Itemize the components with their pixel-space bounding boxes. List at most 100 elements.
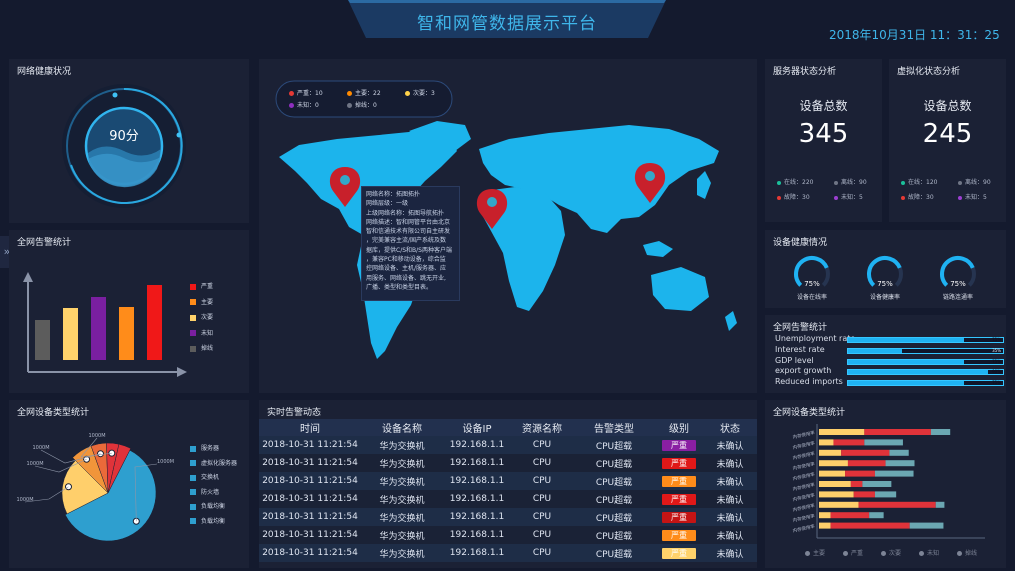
- gauge-value: 75%: [877, 280, 893, 288]
- pie-legend-item[interactable]: 负载均衡: [190, 501, 225, 510]
- cell-resource: CPU: [511, 508, 573, 526]
- indicator-panel: 全网告警统计 Unemployment rate 75% Interest rate…: [765, 315, 1006, 393]
- map-legend-item[interactable]: 严重：10: [289, 88, 323, 97]
- legend-label: 掉线: [201, 345, 214, 352]
- table-row[interactable]: 2018-10-31 11:21:54 华为交换机 192.168.1.1 CPU CP…: [259, 526, 757, 544]
- status-count: 离线：90: [958, 177, 991, 186]
- cell-status: 未确认: [703, 544, 757, 562]
- legend-label: 严重：10: [297, 90, 323, 97]
- pie-legend-item[interactable]: 交换机: [190, 472, 219, 481]
- cell-level: 严重: [655, 436, 703, 454]
- stacked-segment: [819, 512, 831, 519]
- indicator-fill: [848, 381, 965, 386]
- table-row[interactable]: 2018-10-31 11:21:54 华为交换机 192.168.1.1 CPU CP…: [259, 472, 757, 490]
- stacked-segment: [930, 429, 951, 435]
- legend-label: 严重: [851, 550, 864, 557]
- status-label: 故障：30: [908, 194, 934, 201]
- level-badge: 严重: [662, 439, 696, 451]
- legend-label: 主要：22: [355, 90, 381, 97]
- legend-dot: [919, 551, 924, 556]
- bar-legend-item[interactable]: 次要: [190, 312, 213, 321]
- pie-legend-item[interactable]: 防火墙: [190, 487, 219, 496]
- stacked-bar-chart: 内存使用率内存使用率内存使用率内存使用率内存使用率内存使用率内存使用率内存使用率…: [792, 424, 985, 539]
- network-health-panel: 网络健康状况 90分: [9, 59, 249, 223]
- status-count: 在线：220: [777, 177, 813, 186]
- column-header[interactable]: 时间: [259, 419, 361, 436]
- legend-swatch: [190, 445, 196, 452]
- panel-title: 实时告警动态: [267, 408, 322, 418]
- bar-legend-item[interactable]: 掉线: [190, 343, 213, 352]
- tooltip-line: 上级网络名称：拓图导航拓扑: [366, 209, 445, 217]
- column-header[interactable]: 资源名称: [511, 419, 573, 436]
- stacked-legend-item[interactable]: 次要: [881, 548, 901, 557]
- stacked-segment: [885, 460, 915, 467]
- bar-legend-item[interactable]: 严重: [190, 281, 213, 290]
- legend-dot: [805, 551, 810, 556]
- cell-time: 2018-10-31 11:21:54: [259, 490, 361, 508]
- legend-swatch: [190, 460, 196, 466]
- cell-time: 2018-10-31 11:21:54: [259, 454, 361, 472]
- map-legend-item[interactable]: 次要：3: [405, 88, 435, 97]
- legend-label: 掉线: [965, 550, 978, 557]
- map-legend-item[interactable]: 主要：22: [347, 88, 381, 97]
- table-row[interactable]: 2018-10-31 11:21:54 华为交换机 192.168.1.1 CPU CP…: [259, 544, 757, 562]
- status-label: 未知：5: [841, 194, 863, 201]
- legend-label: 掉线：0: [355, 102, 377, 109]
- stacked-legend-item[interactable]: 未知: [919, 548, 939, 557]
- table-row[interactable]: 2018-10-31 11:21:54 华为交换机 192.168.1.1 CPU CP…: [259, 508, 757, 526]
- legend-swatch: [190, 489, 196, 495]
- table-row[interactable]: 2018-10-31 11:21:54 华为交换机 192.168.1.1 CPU CP…: [259, 454, 757, 472]
- indicator-fill: [848, 359, 965, 364]
- stacked-legend-item[interactable]: 严重: [843, 548, 863, 557]
- virtual-status-panel: 虚拟化状态分析 设备总数 245 在线：120 离线：90 故障：30 未知：5: [889, 59, 1006, 222]
- stacked-segment: [819, 439, 834, 446]
- table-row[interactable]: 2018-10-31 11:21:54 华为交换机 192.168.1.1 CPU CP…: [259, 490, 757, 508]
- stacked-segment: [845, 470, 875, 477]
- column-header[interactable]: 级别: [655, 419, 703, 436]
- pie-callout-label: 1000M: [157, 459, 174, 465]
- legend-label: 次要: [889, 550, 902, 557]
- stacked-segment: [862, 481, 892, 487]
- bar-legend-item[interactable]: 未知: [190, 328, 213, 337]
- stacked-legend-item[interactable]: 主要: [805, 548, 825, 557]
- stacked-segment: [819, 429, 865, 435]
- status-count: 未知：5: [958, 192, 987, 201]
- stacked-segment: [819, 470, 846, 477]
- stacked-segment: [830, 512, 870, 519]
- level-badge: 严重: [662, 529, 696, 541]
- legend-label: 交换机: [201, 474, 220, 481]
- indicator-label: Reduced imports: [775, 377, 843, 387]
- column-header[interactable]: 告警类型: [573, 419, 655, 436]
- pie-legend-item[interactable]: 虚拟化服务器: [190, 458, 237, 467]
- table-row[interactable]: 2018-10-31 11:21:54 华为交换机 192.168.1.1 CPU CP…: [259, 436, 757, 454]
- alarm-stats-panel: 全网告警统计 严重 主要 次要 未知 掉线: [9, 230, 249, 393]
- cell-time: 2018-10-31 11:21:54: [259, 544, 361, 562]
- y-tick-label: 内存使用率: [792, 481, 816, 493]
- health-gauge-dial: 75%: [940, 256, 976, 288]
- bar-legend-item[interactable]: 主要: [190, 297, 213, 306]
- indicator-value: 75%: [992, 337, 1001, 342]
- pie-legend-item[interactable]: 负载均衡: [190, 516, 225, 525]
- legend-dot: [843, 551, 848, 556]
- cell-status: 未确认: [703, 472, 757, 490]
- column-header[interactable]: 设备名称: [361, 419, 443, 436]
- tooltip-line: 网络名称：拓图拓扑: [366, 191, 421, 198]
- cell-ip: 192.168.1.1: [443, 526, 511, 544]
- status-count: 在线：120: [901, 177, 937, 186]
- pie-legend-item[interactable]: 服务器: [190, 443, 219, 452]
- column-header[interactable]: 设备IP: [443, 419, 511, 436]
- tooltip-line: 网络层级：一级: [366, 200, 409, 208]
- status-label: 离线：90: [841, 179, 867, 186]
- cell-resource: CPU: [511, 526, 573, 544]
- map-legend-item[interactable]: 未知：0: [289, 100, 319, 109]
- column-header[interactable]: 状态: [703, 419, 757, 436]
- cell-status: 未确认: [703, 508, 757, 526]
- stacked-segment: [819, 522, 831, 529]
- indicator-fill: [848, 348, 903, 353]
- cell-device: 华为交换机: [361, 544, 443, 562]
- stacked-legend-item[interactable]: 掉线: [957, 548, 977, 557]
- indicator-label: Interest rate: [775, 344, 825, 354]
- map-legend-item[interactable]: 掉线：0: [347, 100, 377, 109]
- legend-label: 负载均衡: [201, 517, 226, 525]
- dashboard: 智和网管数据展示平台 2018年10月31日 11：31：25 » 网络健康状况…: [0, 0, 1015, 571]
